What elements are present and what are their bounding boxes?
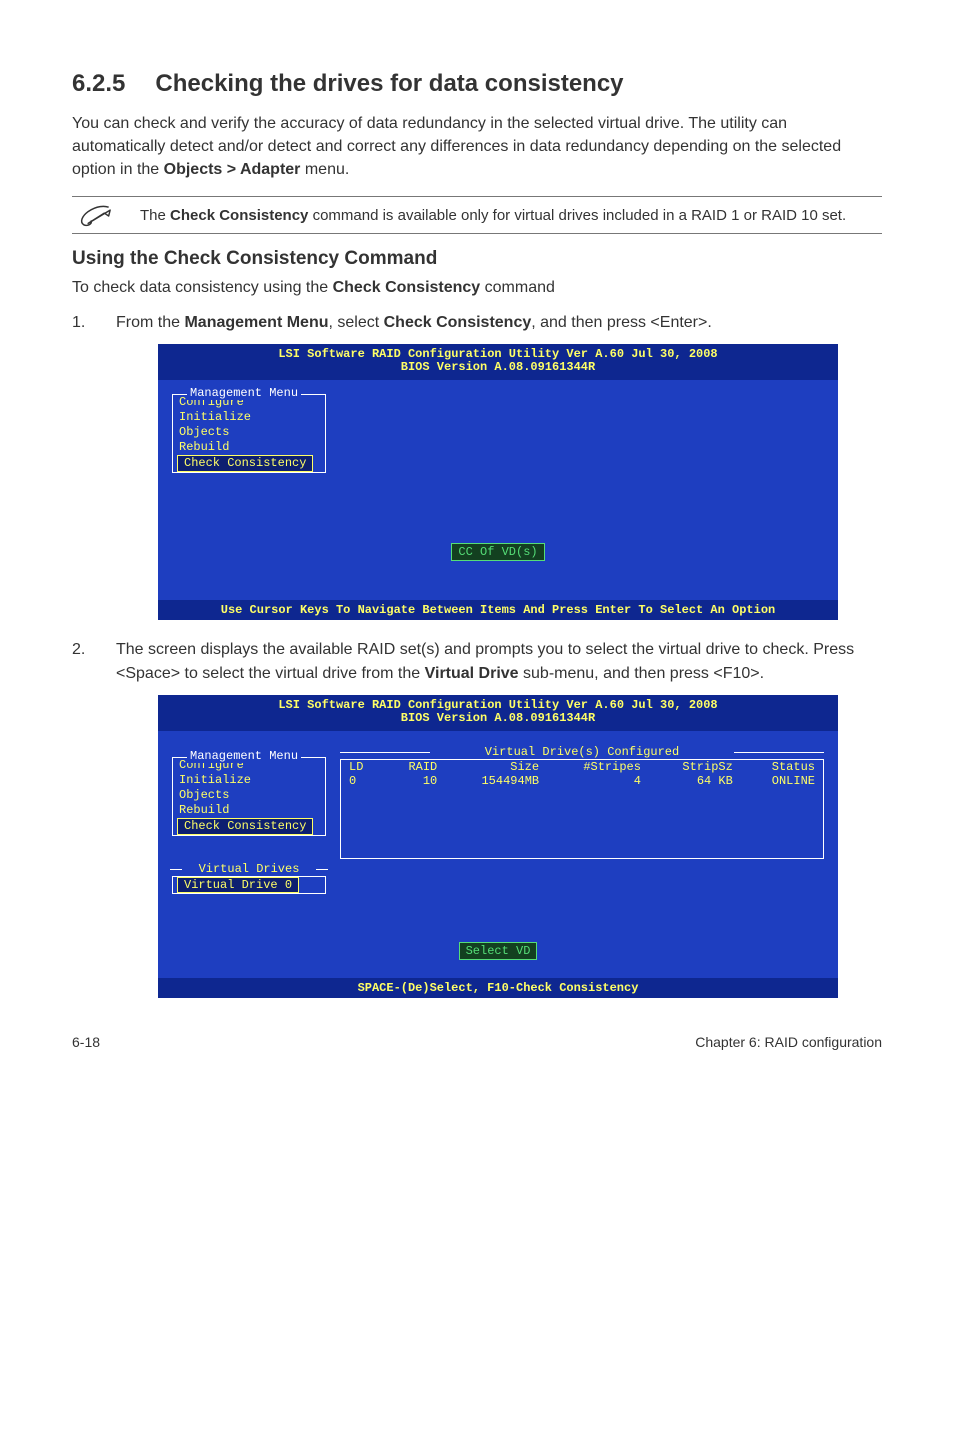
sub-intro-post: command [480,279,555,296]
section-number: 6.2.5 [72,70,125,97]
step2-b1: Virtual Drive [425,665,519,682]
note-text: The Check Consistency command is availab… [140,205,846,226]
divider [72,233,882,234]
step-number: 1. [72,311,92,334]
step1-mid: , select [328,314,383,331]
cell-ld: 0 [341,774,384,788]
cell-raid: 10 [383,774,445,788]
page-chapter: Chapter 6: RAID configuration [695,1034,882,1050]
menu-item-initialize[interactable]: Initialize [173,773,325,788]
menu-item-rebuild[interactable]: Rebuild [173,440,325,455]
vd-configured-table: LD RAID Size #Stripes StripSz Status 0 1… [340,759,824,859]
note-post: command is available only for virtual dr… [308,207,846,224]
step-body: From the Management Menu, select Check C… [116,311,882,334]
management-menu-label: Management Menu [187,386,301,400]
menu-item-check-consistency[interactable]: Check Consistency [177,455,313,472]
step-body: The screen displays the available RAID s… [116,638,882,684]
step1-post: , and then press <Enter>. [531,314,712,331]
menu-item-initialize[interactable]: Initialize [173,410,325,425]
section-title-text: Checking the drives for data consistency [155,70,623,97]
virtual-drives-box: Virtual Drive 0 [172,876,326,894]
intro-bold: Objects > Adapter [164,161,301,178]
step1-pre: From the [116,314,184,331]
col-raid: RAID [383,760,445,775]
col-ld: LD [341,760,384,775]
page-number: 6-18 [72,1034,100,1050]
bios-title-line2: BIOS Version A.08.09161344R [158,712,838,725]
bios-title-area: LSI Software RAID Configuration Utility … [158,695,838,731]
note-bold: Check Consistency [170,207,308,224]
section-heading: 6.2.5 Checking the drives for data consis… [72,70,882,98]
menu-item-objects[interactable]: Objects [173,425,325,440]
note-icon [72,201,116,231]
bios-screenshot-2: LSI Software RAID Configuration Utility … [158,695,838,998]
select-vd-button[interactable]: Select VD [459,942,538,960]
step1-b2: Check Consistency [384,314,532,331]
note-block: The Check Consistency command is availab… [72,196,882,234]
menu-item-check-consistency[interactable]: Check Consistency [177,818,313,835]
management-menu-box: Management Menu Configure Initialize Obj… [172,394,326,473]
sub-intro: To check data consistency using the Chec… [72,276,882,299]
table-header-row: LD RAID Size #Stripes StripSz Status [341,760,824,775]
cell-stripsz: 64 KB [649,774,741,788]
cell-stripes: 4 [547,774,649,788]
bios-title-line2: BIOS Version A.08.09161344R [158,361,838,374]
cell-size: 154494MB [445,774,547,788]
sub-intro-bold: Check Consistency [333,279,481,296]
divider [72,196,882,197]
virtual-drives-label: Virtual Drives [172,862,326,876]
menu-item-rebuild[interactable]: Rebuild [173,803,325,818]
step2-post: sub-menu, and then press <F10>. [519,665,764,682]
cell-status: ONLINE [741,774,824,788]
step-1: 1. From the Management Menu, select Chec… [72,311,882,334]
management-menu-box: Management Menu Configure Initialize Obj… [172,757,326,836]
table-row[interactable]: 0 10 154494MB 4 64 KB ONLINE [341,774,824,788]
step1-b1: Management Menu [184,314,328,331]
cc-of-vd-button[interactable]: CC Of VD(s) [451,543,544,561]
col-stripes: #Stripes [547,760,649,775]
col-stripsz: StripSz [649,760,741,775]
step-2: 2. The screen displays the available RAI… [72,638,882,684]
bios-title-area: LSI Software RAID Configuration Utility … [158,344,838,380]
col-size: Size [445,760,547,775]
sub-heading: Using the Check Consistency Command [72,248,882,270]
note-pre: The [140,207,170,224]
bios-title-line1: LSI Software RAID Configuration Utility … [158,699,838,712]
col-status: Status [741,760,824,775]
step-number: 2. [72,638,92,684]
vd-table-title: Virtual Drive(s) Configured [340,745,824,759]
intro-suffix: menu. [300,161,349,178]
bios-screenshot-1: LSI Software RAID Configuration Utility … [158,344,838,620]
management-menu-label: Management Menu [187,749,301,763]
intro-paragraph: You can check and verify the accuracy of… [72,112,882,182]
virtual-drive-0[interactable]: Virtual Drive 0 [177,877,299,893]
sub-intro-pre: To check data consistency using the [72,279,333,296]
bios-footer-hint: SPACE-(De)Select, F10-Check Consistency [158,978,838,998]
bios-footer-hint: Use Cursor Keys To Navigate Between Item… [158,600,838,620]
menu-item-objects[interactable]: Objects [173,788,325,803]
page-footer: 6-18 Chapter 6: RAID configuration [72,1034,882,1050]
